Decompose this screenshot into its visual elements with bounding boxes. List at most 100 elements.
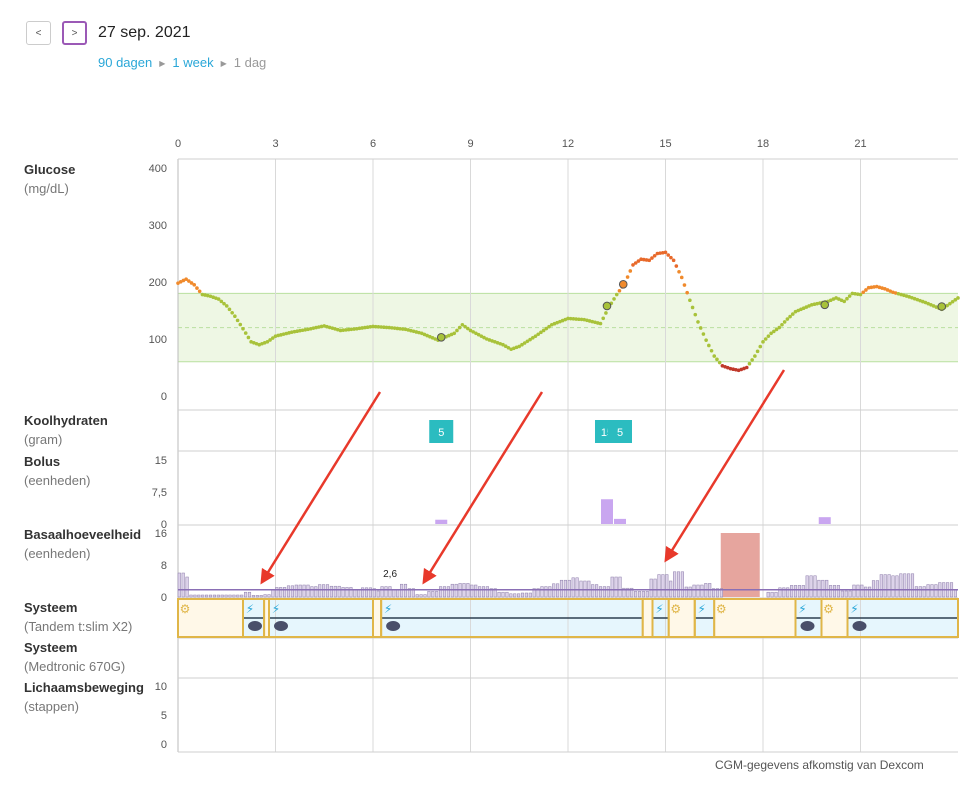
- basal-bar: [825, 579, 829, 598]
- glucose-y-tick: 0: [161, 391, 167, 403]
- bolus-bar: [614, 518, 626, 524]
- basal-bar: [930, 584, 934, 598]
- basal-bar: [864, 586, 868, 598]
- basal-bar: [852, 584, 856, 598]
- basal-bar: [821, 579, 825, 598]
- basal-bar: [341, 587, 345, 598]
- basal-bar: [832, 585, 837, 598]
- meter-reading-marker: [436, 332, 446, 342]
- basal-bar: [575, 577, 579, 598]
- basal-bar: [275, 587, 279, 598]
- glucose-point: [717, 360, 722, 365]
- gear-icon: ⚙: [670, 602, 681, 616]
- glucose-point: [197, 289, 202, 294]
- basal-bar: [267, 594, 271, 598]
- x-tick-label: 15: [659, 138, 671, 150]
- basal-bar: [388, 586, 392, 598]
- bolt-icon: ⚡: [655, 602, 663, 616]
- basal-bar: [517, 593, 521, 598]
- glucose-point: [690, 305, 695, 310]
- glucose-point: [761, 340, 765, 344]
- basal-bar: [205, 594, 209, 598]
- basal-bar: [903, 573, 907, 598]
- basal-bar: [509, 593, 513, 598]
- carb-label: 5: [617, 427, 623, 439]
- basal-bar: [657, 574, 661, 598]
- basal-bar: [918, 586, 922, 598]
- basal-bar: [910, 573, 915, 598]
- basal-bar: [684, 586, 688, 598]
- temp-basal-block: [720, 533, 760, 597]
- basal-bar: [914, 586, 918, 598]
- basal-bar: [700, 584, 704, 598]
- basal-bar: [442, 586, 447, 598]
- glucose-point: [780, 322, 784, 327]
- basal-bar: [641, 591, 645, 598]
- basal-bar: [298, 584, 302, 598]
- glucose-point: [685, 290, 689, 295]
- basal-bar: [325, 584, 330, 598]
- basal-bar: [337, 585, 341, 598]
- basal-bar: [177, 572, 181, 598]
- basal-bar: [618, 576, 622, 598]
- basal-bar: [610, 576, 614, 598]
- basal-bar: [189, 594, 193, 598]
- basal-bar: [384, 586, 388, 598]
- basal-bar: [634, 591, 638, 598]
- basal-bar: [240, 594, 244, 598]
- basal-bar: [926, 584, 930, 598]
- basal-bar: [649, 578, 653, 598]
- basal-bar: [349, 587, 353, 598]
- basal-bar: [400, 583, 404, 598]
- basal-bar: [583, 580, 587, 598]
- basal-bar: [314, 586, 318, 598]
- basal-bar: [836, 585, 840, 598]
- glucose-point: [614, 292, 619, 297]
- glucose-point: [698, 326, 703, 330]
- basal-bar: [637, 591, 642, 598]
- basal-bar: [868, 586, 872, 598]
- basal-bar: [934, 584, 938, 598]
- basal-bar: [505, 591, 509, 598]
- glucose-point: [235, 318, 240, 323]
- x-tick-label: 0: [175, 138, 181, 150]
- glucose-point: [625, 275, 630, 279]
- glucose-point: [192, 283, 197, 287]
- basal-bar: [567, 579, 571, 598]
- basal-y-tick: 8: [161, 560, 167, 572]
- annotation-arrow: [664, 369, 786, 563]
- basal-bar: [454, 583, 458, 598]
- basal-bar: [696, 584, 700, 598]
- basal-bar: [283, 587, 287, 598]
- glucose-point: [243, 331, 248, 335]
- basal-bar: [396, 589, 400, 598]
- glucose-point: [452, 331, 457, 336]
- basal-bar: [271, 589, 275, 598]
- basal-value-annotation: 2,6: [383, 569, 397, 580]
- basal-bar: [907, 573, 911, 598]
- cloud-sync-icon: [852, 621, 867, 631]
- glucose-point: [785, 317, 790, 321]
- basal-bar: [481, 586, 486, 598]
- basal-bar: [579, 580, 583, 598]
- basal-bar: [688, 586, 692, 598]
- basal-bar: [817, 579, 821, 598]
- glucose-point: [712, 354, 717, 358]
- basal-bar: [770, 591, 774, 598]
- basal-bar: [871, 580, 876, 598]
- meter-reading-marker: [820, 300, 830, 310]
- basal-bar: [774, 591, 778, 598]
- basal-bar: [181, 572, 185, 598]
- glucose-point: [601, 316, 606, 321]
- glucose-point: [604, 311, 608, 315]
- basal-bar: [290, 585, 294, 598]
- basal-bar: [255, 595, 259, 598]
- basal-bar: [329, 585, 333, 598]
- basal-bar: [501, 591, 505, 598]
- basal-bar: [208, 594, 213, 598]
- gear-icon: ⚙: [823, 602, 834, 616]
- basal-bar: [614, 576, 618, 598]
- glucose-point: [663, 250, 668, 255]
- basal-bar: [376, 590, 380, 598]
- basal-y-tick: 0: [161, 592, 167, 604]
